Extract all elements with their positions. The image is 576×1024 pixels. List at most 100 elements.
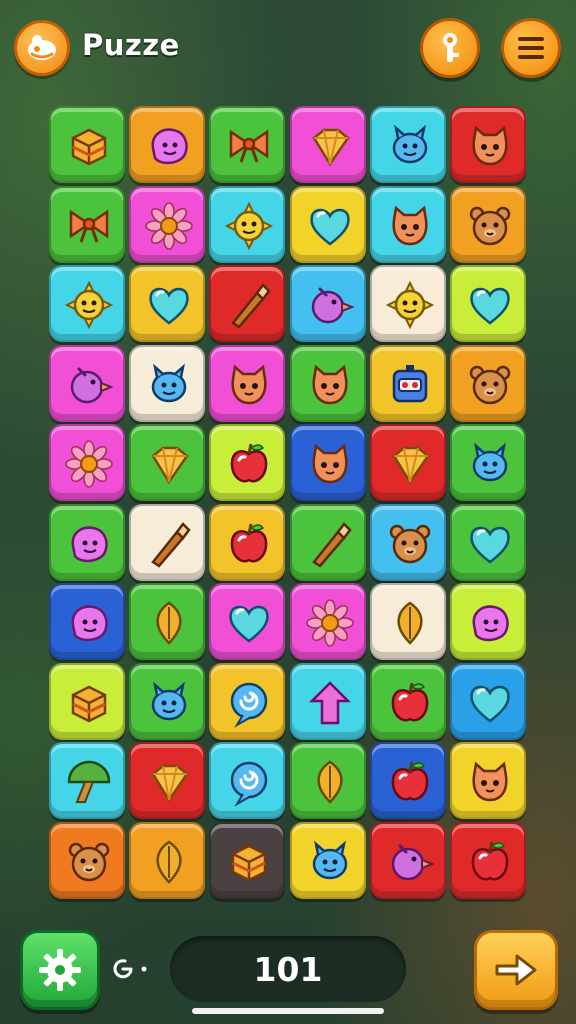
tile-brush[interactable] [129, 504, 205, 581]
heart-icon [229, 605, 269, 643]
tile-cat[interactable] [209, 345, 285, 422]
tile-blob[interactable] [129, 106, 205, 183]
crystal-icon [151, 764, 189, 803]
tile-arrow[interactable] [290, 663, 366, 740]
tile-creature[interactable] [129, 663, 205, 740]
tile-bow[interactable] [49, 186, 125, 263]
tile-heart[interactable] [209, 583, 285, 660]
tile-creature[interactable] [129, 345, 205, 422]
hint-button[interactable] [420, 18, 480, 78]
tile-bird[interactable] [49, 345, 125, 422]
heart-icon [470, 526, 510, 564]
bird-icon [391, 844, 435, 881]
next-button[interactable] [474, 930, 558, 1010]
game-title: Puzze [82, 28, 180, 62]
tile-flower[interactable] [290, 583, 366, 660]
tile-bird[interactable] [290, 265, 366, 342]
tile-leaf[interactable] [129, 583, 205, 660]
tile-sun-face[interactable] [209, 186, 285, 263]
tile-cat[interactable] [370, 186, 446, 263]
tile-sun-face[interactable] [49, 265, 125, 342]
crystal-icon [151, 446, 189, 485]
tile-crystal[interactable] [129, 424, 205, 501]
settings-button[interactable] [20, 930, 100, 1010]
bear-icon [68, 842, 110, 882]
tile-flower[interactable] [129, 186, 205, 263]
tile-heart[interactable] [129, 265, 205, 342]
hamburger-menu-icon [518, 37, 544, 59]
creature-icon [472, 442, 508, 482]
tile-apple[interactable] [370, 742, 446, 819]
tile-blob[interactable] [49, 583, 125, 660]
bear-icon [469, 365, 511, 405]
cat-icon [472, 761, 508, 802]
apple-icon [230, 443, 268, 483]
tile-creature[interactable] [450, 424, 526, 501]
leaf-icon [156, 601, 182, 645]
tile-cat[interactable] [290, 424, 366, 501]
tile-blob[interactable] [450, 583, 526, 660]
tile-sun-face[interactable] [370, 265, 446, 342]
swirl-icon [230, 682, 268, 728]
cat-icon [312, 443, 348, 484]
tile-blob[interactable] [49, 504, 125, 581]
cat-icon [231, 364, 267, 405]
tile-creature[interactable] [290, 822, 366, 899]
tile-bear[interactable] [49, 822, 125, 899]
tile-mushroom[interactable] [49, 742, 125, 819]
bear-icon [389, 524, 431, 564]
tile-swirl[interactable] [209, 663, 285, 740]
tile-box[interactable] [49, 106, 125, 183]
tile-crystal[interactable] [129, 742, 205, 819]
tile-leaf[interactable] [370, 583, 446, 660]
apple-icon [391, 682, 429, 722]
tile-heart[interactable] [450, 265, 526, 342]
tile-bear[interactable] [370, 504, 446, 581]
tile-brush[interactable] [290, 504, 366, 581]
heart-icon [470, 287, 510, 325]
home-indicator [192, 1008, 384, 1014]
tile-flower[interactable] [49, 424, 125, 501]
tile-creature[interactable] [370, 106, 446, 183]
tile-cat[interactable] [450, 106, 526, 183]
tile-brush[interactable] [209, 265, 285, 342]
tile-crystal[interactable] [370, 424, 446, 501]
tile-leaf[interactable] [290, 742, 366, 819]
score-display: 101 [170, 936, 406, 1002]
heart-icon [470, 685, 510, 723]
bird-icon [311, 287, 355, 324]
tile-bird[interactable] [370, 822, 446, 899]
tile-cat[interactable] [290, 345, 366, 422]
tile-box[interactable] [209, 822, 285, 899]
cat-icon [312, 364, 348, 405]
tile-heart[interactable] [450, 504, 526, 581]
tile-cat[interactable] [450, 742, 526, 819]
tile-apple[interactable] [450, 822, 526, 899]
tile-swirl[interactable] [209, 742, 285, 819]
creature-icon [151, 681, 187, 721]
tile-heart[interactable] [450, 663, 526, 740]
sun-face-icon [224, 201, 274, 251]
mushroom-icon [67, 760, 111, 803]
tile-box[interactable] [49, 663, 125, 740]
flower-icon [65, 440, 113, 488]
tile-robot[interactable] [370, 345, 446, 422]
menu-button[interactable] [501, 18, 561, 78]
tile-heart[interactable] [290, 186, 366, 263]
tile-apple[interactable] [209, 504, 285, 581]
tile-crystal[interactable] [290, 106, 366, 183]
tile-bear[interactable] [450, 186, 526, 263]
top-bar: Puzze [0, 0, 576, 96]
creature-icon [392, 124, 428, 164]
crystal-icon [312, 128, 350, 167]
tile-apple[interactable] [209, 424, 285, 501]
heart-icon [149, 287, 189, 325]
bear-icon [469, 206, 511, 246]
tile-bow[interactable] [209, 106, 285, 183]
arrow-icon [308, 681, 352, 725]
tile-bear[interactable] [450, 345, 526, 422]
flower-icon [145, 202, 193, 250]
blob-icon [71, 605, 108, 642]
tile-leaf[interactable] [129, 822, 205, 899]
tile-apple[interactable] [370, 663, 446, 740]
